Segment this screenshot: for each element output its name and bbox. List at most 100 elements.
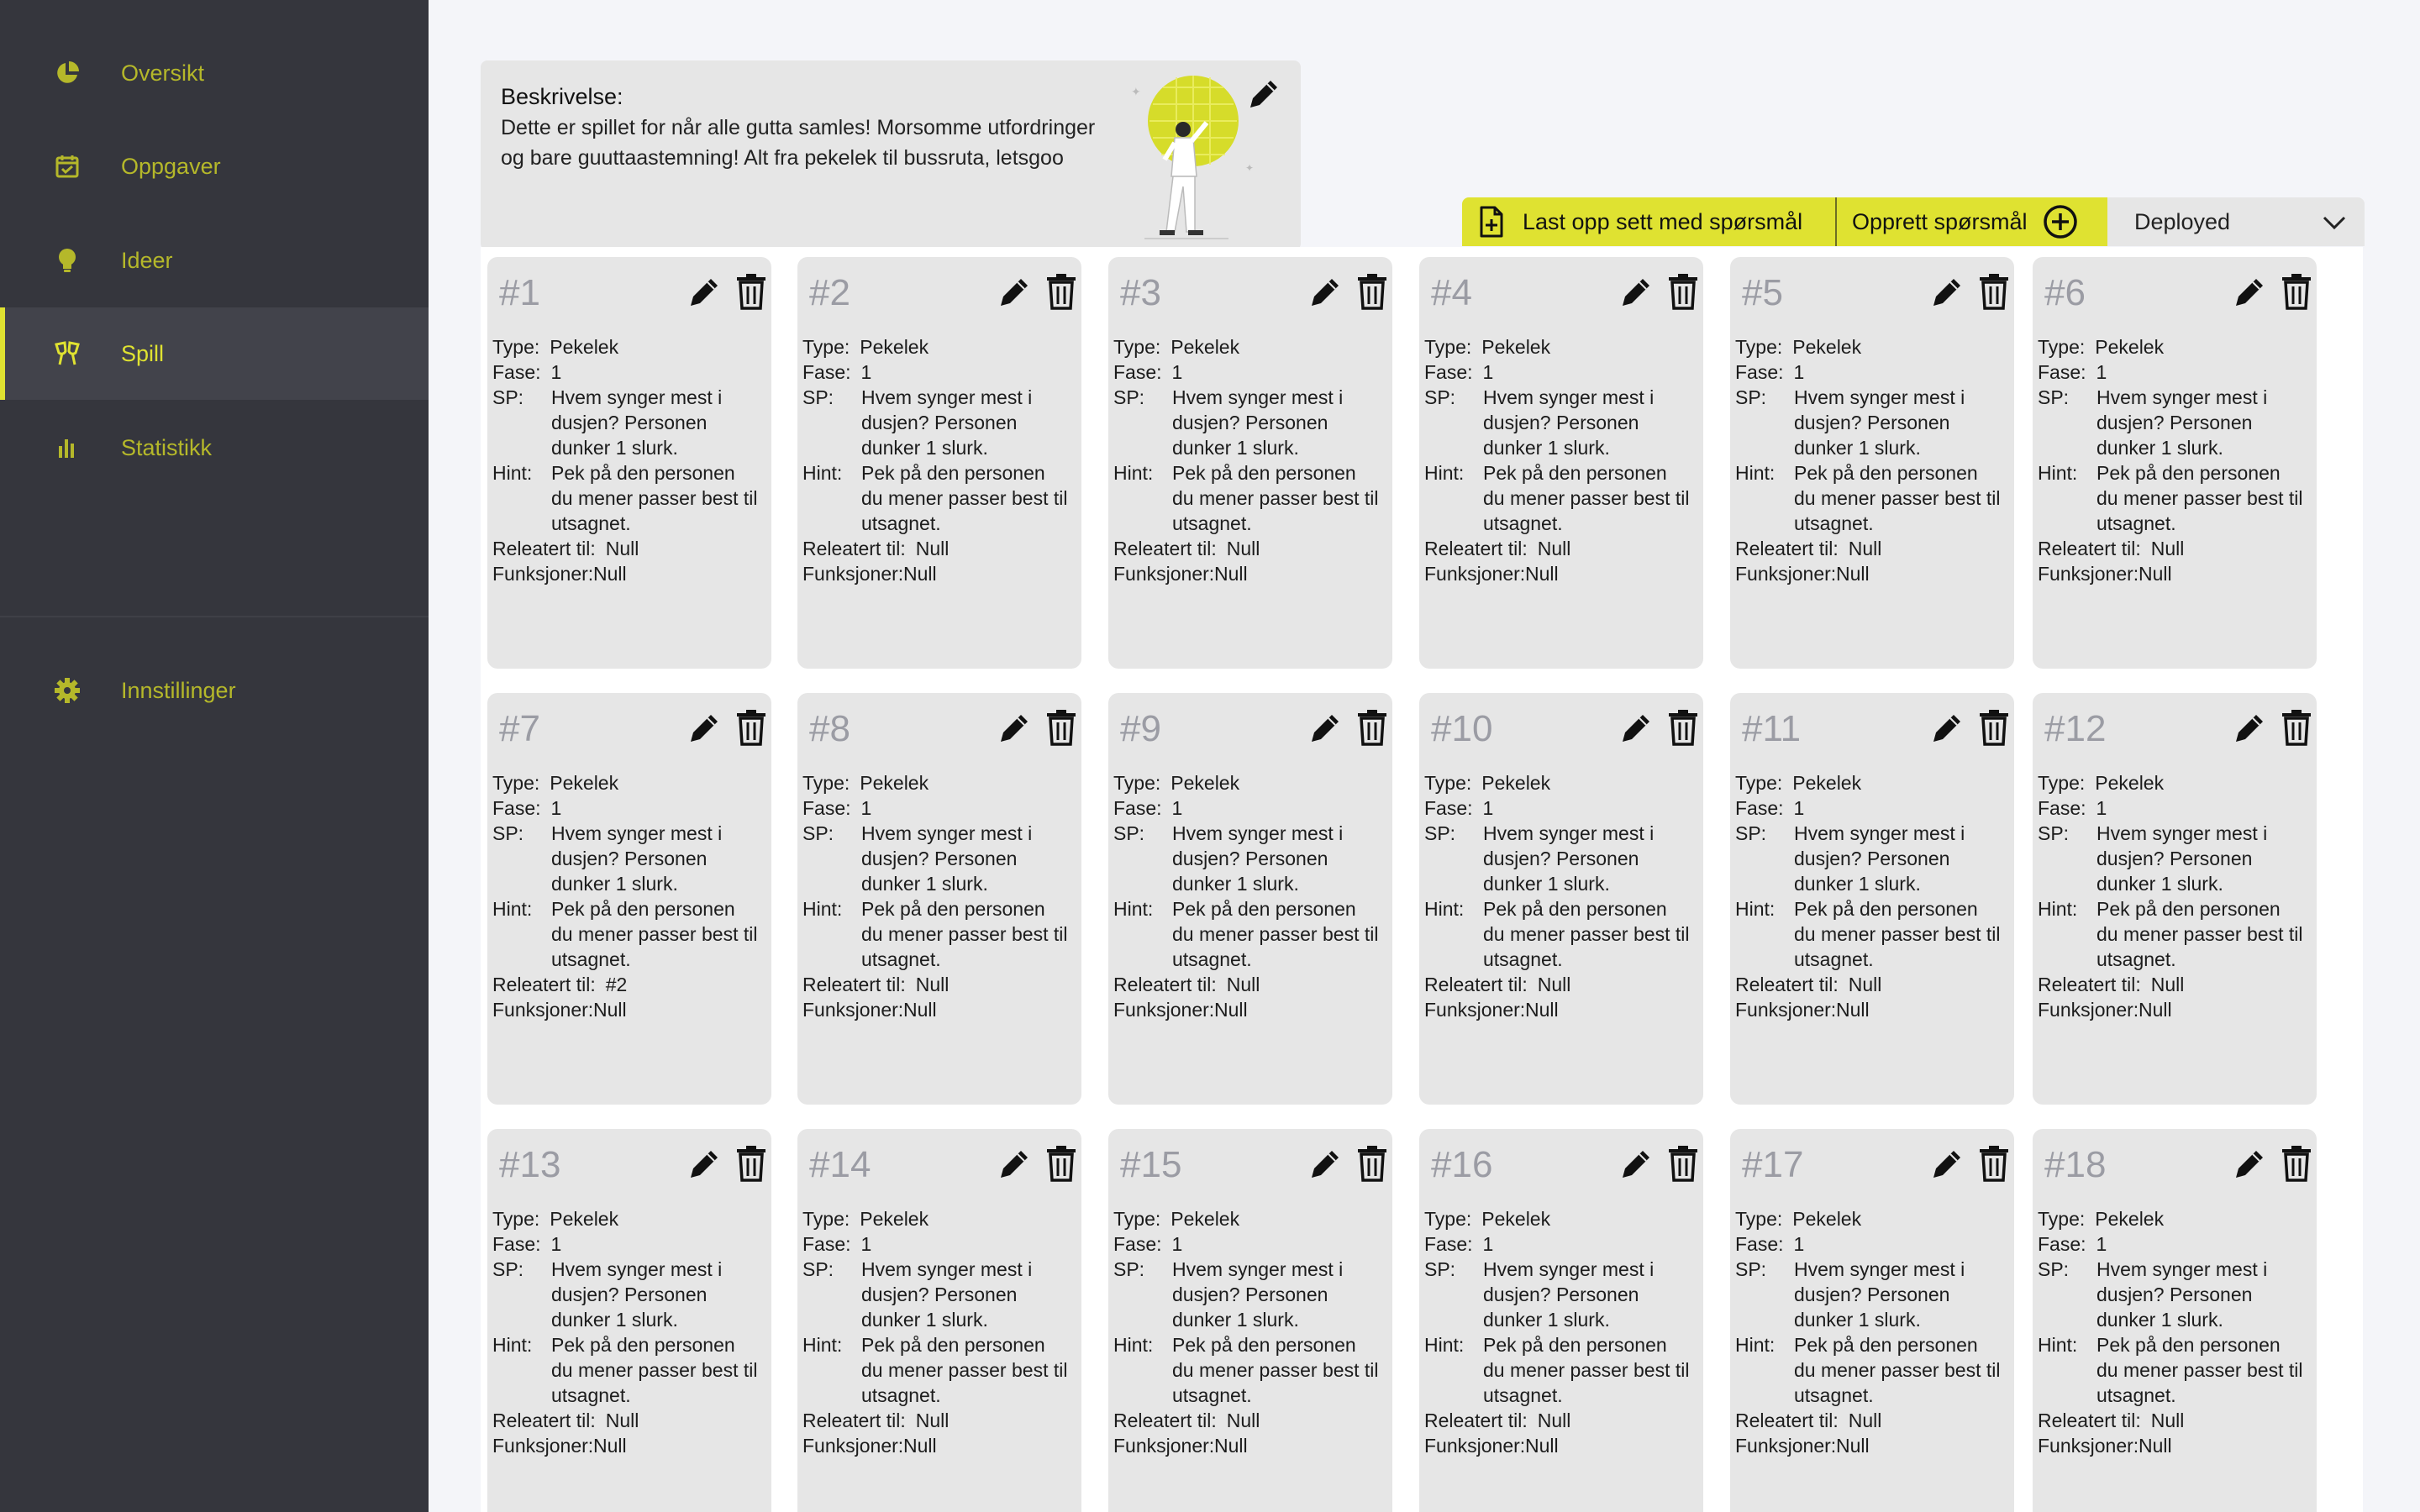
sidebar-item-ideer[interactable]: Ideer xyxy=(0,214,429,307)
delete-question-button[interactable] xyxy=(1355,708,1389,747)
edit-question-button[interactable] xyxy=(996,1146,1033,1183)
chevron-down-icon xyxy=(2323,211,2346,233)
hint-value: Pek på den personen du mener passer best… xyxy=(2096,898,2303,970)
edit-question-button[interactable] xyxy=(1618,1146,1655,1183)
sp-label: SP: xyxy=(1424,1258,1456,1280)
type-value: Pekelek xyxy=(1171,1208,1240,1230)
fase-value: 1 xyxy=(1171,361,1183,383)
file-add-icon xyxy=(1479,206,1504,238)
question-number: #17 xyxy=(1742,1144,1804,1185)
sidebar-item-oversikt[interactable]: Oversikt xyxy=(0,27,429,119)
fase-value: 1 xyxy=(860,797,872,819)
related-value: Null xyxy=(1848,1410,1882,1431)
question-details: Type: Pekelek Fase: 1 SP: Hvem synger mest … xyxy=(2038,334,2312,586)
question-details: Type: Pekelek Fase: 1 SP: Hvem synger mest … xyxy=(492,334,766,586)
delete-question-button[interactable] xyxy=(1666,1144,1700,1183)
bar-chart-icon xyxy=(52,433,82,463)
pencil-icon xyxy=(1933,279,1960,306)
edit-question-button[interactable] xyxy=(1928,274,1965,311)
functions-label: Funksjoner: xyxy=(1424,999,1526,1021)
edit-question-button[interactable] xyxy=(686,710,723,747)
edit-question-button[interactable] xyxy=(1307,710,1344,747)
status-dropdown[interactable]: Deployed xyxy=(2107,197,2365,246)
fase-label: Fase: xyxy=(1735,1233,1784,1255)
trash-icon xyxy=(2282,710,2311,746)
edit-question-button[interactable] xyxy=(2231,710,2268,747)
question-card: #4 Type: Pekelek Fase: 1 SP: Hvem synger me… xyxy=(1419,257,1703,669)
sidebar-item-spill[interactable]: Spill xyxy=(0,307,429,400)
sp-value: Hvem synger mest i dusjen? Personen dunk… xyxy=(1172,1258,1344,1331)
sidebar-item-innstillinger[interactable]: Innstillinger xyxy=(0,644,429,737)
edit-description-button[interactable] xyxy=(1245,76,1282,113)
edit-question-button[interactable] xyxy=(996,274,1033,311)
type-value: Pekelek xyxy=(1481,1208,1551,1230)
delete-question-button[interactable] xyxy=(1666,272,1700,311)
fase-label: Fase: xyxy=(802,361,851,383)
functions-label: Funksjoner: xyxy=(1113,1435,1215,1457)
type-label: Type: xyxy=(1735,1208,1783,1230)
delete-question-button[interactable] xyxy=(2280,272,2313,311)
delete-question-button[interactable] xyxy=(734,272,768,311)
delete-question-button[interactable] xyxy=(1977,272,2011,311)
type-value: Pekelek xyxy=(1792,772,1862,794)
delete-question-button[interactable] xyxy=(1977,1144,2011,1183)
edit-question-button[interactable] xyxy=(1928,710,1965,747)
type-value: Pekelek xyxy=(1171,336,1240,358)
related-value: Null xyxy=(1537,974,1571,995)
related-label: Releatert til: xyxy=(2038,1410,2141,1431)
upload-question-set-button[interactable]: Last opp sett med spørsmål xyxy=(1462,197,1835,246)
edit-question-button[interactable] xyxy=(686,274,723,311)
delete-question-button[interactable] xyxy=(2280,1144,2313,1183)
sidebar-item-oppgaver[interactable]: Oppgaver xyxy=(0,120,429,213)
hint-value: Pek på den personen du mener passer best… xyxy=(1172,462,1379,534)
type-value: Pekelek xyxy=(1481,336,1551,358)
related-label: Releatert til: xyxy=(1735,1410,1839,1431)
sidebar-item-label: Innstillinger xyxy=(121,677,236,703)
hint-value: Pek på den personen du mener passer best… xyxy=(861,898,1068,970)
edit-question-button[interactable] xyxy=(1307,274,1344,311)
sidebar-item-statistikk[interactable]: Statistikk xyxy=(0,402,429,494)
type-label: Type: xyxy=(1735,772,1783,794)
edit-question-button[interactable] xyxy=(1618,274,1655,311)
pencil-icon xyxy=(1623,1151,1649,1178)
sidebar-divider xyxy=(0,616,429,617)
related-value: Null xyxy=(1848,974,1882,995)
functions-label: Funksjoner: xyxy=(2038,563,2139,585)
fase-value: 1 xyxy=(550,361,562,383)
fase-value: 1 xyxy=(860,361,872,383)
fase-label: Fase: xyxy=(2038,1233,2086,1255)
delete-question-button[interactable] xyxy=(1355,272,1389,311)
sp-value: Hvem synger mest i dusjen? Personen dunk… xyxy=(1483,386,1655,459)
sp-value: Hvem synger mest i dusjen? Personen dunk… xyxy=(2096,1258,2268,1331)
pie-chart-icon xyxy=(52,58,82,88)
question-number: #5 xyxy=(1742,272,1783,313)
delete-question-button[interactable] xyxy=(734,1144,768,1183)
edit-question-button[interactable] xyxy=(996,710,1033,747)
question-number: #6 xyxy=(2044,272,2086,313)
delete-question-button[interactable] xyxy=(1044,272,1078,311)
delete-question-button[interactable] xyxy=(734,708,768,747)
delete-question-button[interactable] xyxy=(1044,708,1078,747)
edit-question-button[interactable] xyxy=(2231,1146,2268,1183)
question-number: #2 xyxy=(809,272,850,313)
edit-question-button[interactable] xyxy=(1618,710,1655,747)
related-value: Null xyxy=(915,538,950,559)
edit-question-button[interactable] xyxy=(1307,1146,1344,1183)
sp-value: Hvem synger mest i dusjen? Personen dunk… xyxy=(861,822,1033,895)
delete-question-button[interactable] xyxy=(2280,708,2313,747)
delete-question-button[interactable] xyxy=(1666,708,1700,747)
type-value: Pekelek xyxy=(1171,772,1240,794)
delete-question-button[interactable] xyxy=(1044,1144,1078,1183)
related-label: Releatert til: xyxy=(802,538,906,559)
edit-question-button[interactable] xyxy=(1928,1146,1965,1183)
delete-question-button[interactable] xyxy=(1355,1144,1389,1183)
related-value: Null xyxy=(2150,538,2185,559)
delete-question-button[interactable] xyxy=(1977,708,2011,747)
sp-label: SP: xyxy=(1113,822,1145,844)
fase-label: Fase: xyxy=(1424,1233,1473,1255)
fase-value: 1 xyxy=(1793,797,1805,819)
create-question-button[interactable]: Opprett spørsmål xyxy=(1837,197,2107,246)
sidebar-item-label: Oppgaver xyxy=(121,153,221,179)
edit-question-button[interactable] xyxy=(686,1146,723,1183)
edit-question-button[interactable] xyxy=(2231,274,2268,311)
